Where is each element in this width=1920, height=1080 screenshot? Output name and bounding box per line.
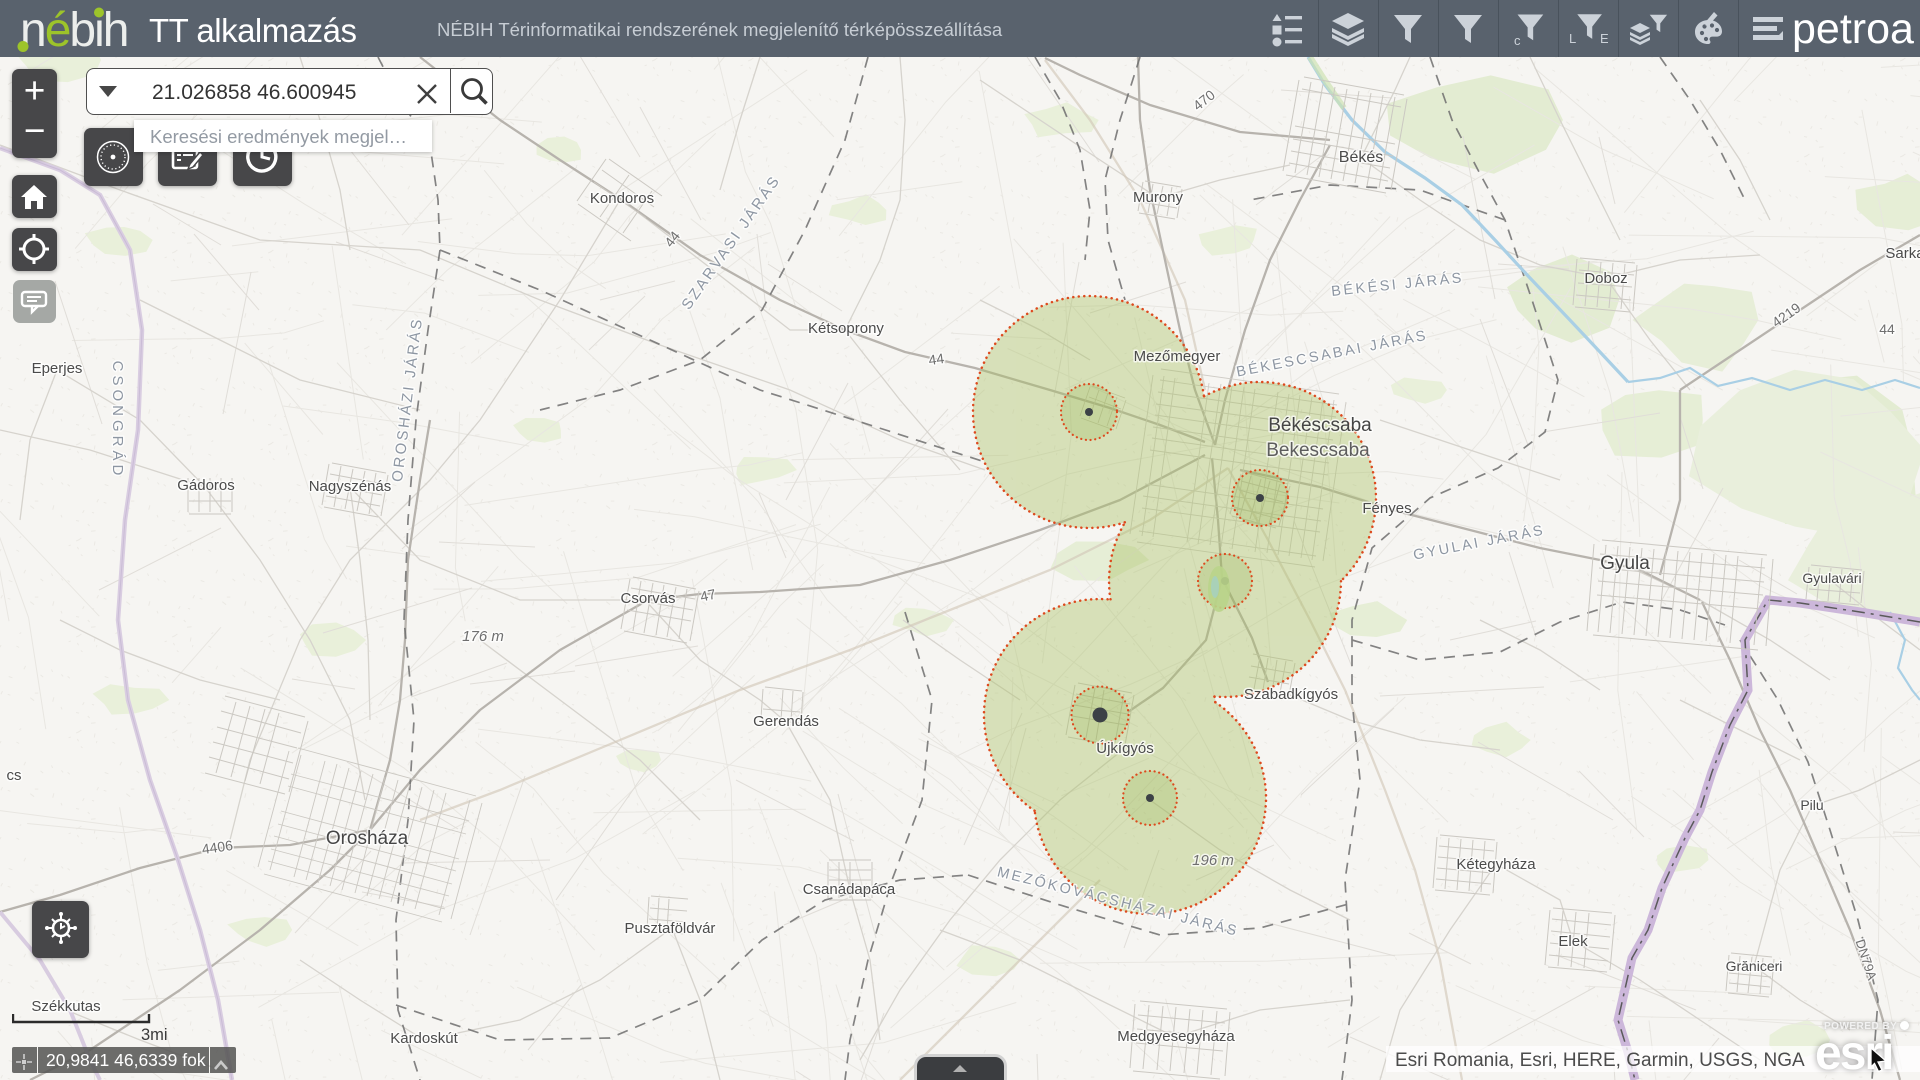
svg-text:Pusztaföldvár: Pusztaföldvár <box>625 920 716 937</box>
svg-text:Gyula: Gyula <box>1600 553 1650 574</box>
svg-text:nébih: nébih <box>20 4 127 57</box>
svg-text:CSONGRÁD: CSONGRÁD <box>109 361 126 480</box>
svg-text:Sarka: Sarka <box>1885 245 1920 262</box>
svg-text:Szabadkígyós: Szabadkígyós <box>1244 686 1338 703</box>
svg-text:E: E <box>1600 31 1608 46</box>
svg-text:Kétsoprony: Kétsoprony <box>808 320 884 337</box>
svg-text:Eperjes: Eperjes <box>32 360 83 377</box>
svg-text:176 m: 176 m <box>462 628 504 645</box>
svg-text:L: L <box>1569 31 1576 46</box>
svg-text:Pilu: Pilu <box>1800 797 1823 813</box>
svg-text:Murony: Murony <box>1133 189 1184 206</box>
svg-text:Kétegyháza: Kétegyháza <box>1456 856 1536 873</box>
svg-text:Békéscsaba: Békéscsaba <box>1268 415 1372 436</box>
svg-text:Gádoros: Gádoros <box>177 477 235 494</box>
svg-text:Gerendás: Gerendás <box>753 713 819 730</box>
svg-text:Grăniceri: Grăniceri <box>1726 958 1783 974</box>
svg-text:Orosháza: Orosháza <box>326 828 409 849</box>
svg-text:196 m: 196 m <box>1192 852 1234 869</box>
svg-text:Nagyszénás: Nagyszénás <box>309 478 392 495</box>
svg-text:Kardoskút: Kardoskút <box>390 1030 458 1047</box>
svg-text:44: 44 <box>927 350 945 368</box>
svg-text:Elek: Elek <box>1558 933 1588 950</box>
svg-text:Fényes: Fényes <box>1362 500 1411 517</box>
svg-text:Újkígyós: Újkígyós <box>1096 740 1154 757</box>
svg-text:Mezőmegyer: Mezőmegyer <box>1134 348 1221 365</box>
svg-text:Kondoros: Kondoros <box>590 190 654 207</box>
svg-text:cs: cs <box>7 767 22 784</box>
svg-text:Medgyesegyháza: Medgyesegyháza <box>1117 1028 1235 1045</box>
svg-text:Gyulavári: Gyulavári <box>1802 570 1861 586</box>
svg-text:Csorvás: Csorvás <box>620 590 675 607</box>
svg-text:Bekescsaba: Bekescsaba <box>1266 440 1370 461</box>
svg-text:c: c <box>1514 33 1521 48</box>
svg-text:44: 44 <box>1879 321 1895 337</box>
svg-text:Csanádapáca: Csanádapáca <box>803 881 896 898</box>
svg-text:Doboz: Doboz <box>1584 270 1627 287</box>
svg-text:Békés: Békés <box>1339 149 1383 166</box>
